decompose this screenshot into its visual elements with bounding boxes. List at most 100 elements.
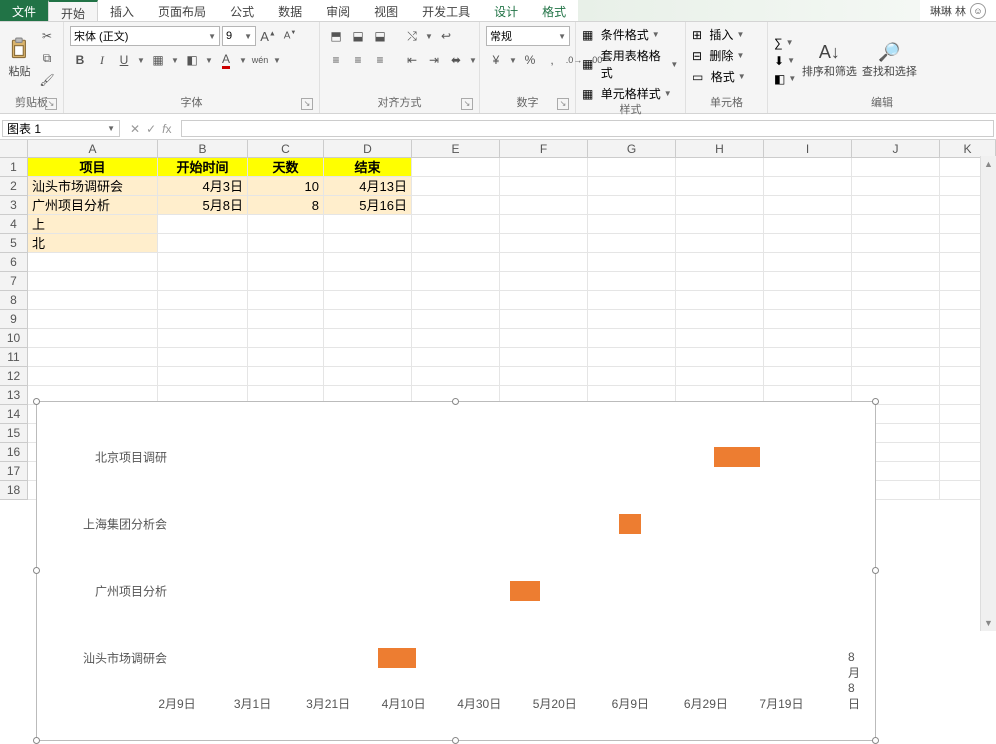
cell[interactable]: 10	[248, 177, 324, 196]
cell[interactable]	[28, 367, 158, 386]
cell[interactable]	[588, 253, 676, 272]
tab-home[interactable]: 开始	[48, 0, 98, 21]
cell[interactable]	[588, 215, 676, 234]
cell[interactable]	[158, 367, 248, 386]
cell[interactable]	[588, 196, 676, 215]
find-select-button[interactable]: 🔎 查找和选择	[861, 29, 917, 93]
tab-view[interactable]: 视图	[362, 0, 410, 21]
cell[interactable]	[764, 177, 852, 196]
cell[interactable]	[852, 329, 940, 348]
cell[interactable]	[412, 253, 500, 272]
cell[interactable]	[588, 310, 676, 329]
cell[interactable]	[588, 234, 676, 253]
cell[interactable]	[248, 215, 324, 234]
cell[interactable]	[412, 310, 500, 329]
cell[interactable]	[248, 329, 324, 348]
cell[interactable]	[676, 348, 764, 367]
cell[interactable]	[248, 234, 324, 253]
enter-formula-button[interactable]: ✓	[146, 122, 156, 136]
cell[interactable]	[852, 291, 940, 310]
cell[interactable]: 北	[28, 234, 158, 253]
chart-bar[interactable]	[510, 581, 540, 601]
font-size-combo[interactable]: 9▼	[222, 26, 256, 46]
font-name-combo[interactable]: 宋体 (正文)▼	[70, 26, 220, 46]
row-header[interactable]: 11	[0, 348, 28, 367]
cell[interactable]	[764, 367, 852, 386]
cell[interactable]: 开始时间	[158, 158, 248, 177]
cell-styles-button[interactable]: ▦ 单元格样式▼	[582, 85, 679, 102]
column-header[interactable]: J	[852, 140, 940, 157]
cell[interactable]	[852, 177, 940, 196]
conditional-format-button[interactable]: ▦ 条件格式▼	[582, 26, 679, 43]
chevron-down-icon[interactable]: ▼	[468, 56, 478, 65]
font-dialog-launcher[interactable]: ↘	[301, 98, 313, 110]
copy-button[interactable]: ⧉	[37, 48, 57, 68]
cell[interactable]	[764, 253, 852, 272]
cell[interactable]	[852, 158, 940, 177]
name-box[interactable]: 图表 1▼	[2, 120, 120, 137]
cell[interactable]	[324, 348, 412, 367]
cell[interactable]	[588, 329, 676, 348]
cell[interactable]	[852, 253, 940, 272]
row-header[interactable]: 4	[0, 215, 28, 234]
cell[interactable]	[676, 234, 764, 253]
cell[interactable]	[588, 367, 676, 386]
row-header[interactable]: 13	[0, 386, 28, 405]
cell[interactable]	[500, 253, 588, 272]
row-header[interactable]: 10	[0, 329, 28, 348]
cell[interactable]	[412, 367, 500, 386]
embedded-chart[interactable]: 北京项目调研上海集团分析会广州项目分析汕头市场调研会 2月9日3月1日3月21日…	[36, 401, 876, 741]
cell[interactable]	[28, 329, 158, 348]
accounting-format-button[interactable]: ¥	[486, 50, 506, 70]
account-area[interactable]: 琳琳 林 ☺	[920, 0, 996, 21]
cell[interactable]	[500, 234, 588, 253]
row-header[interactable]: 17	[0, 462, 28, 481]
cell[interactable]	[676, 158, 764, 177]
cell[interactable]	[324, 253, 412, 272]
cell[interactable]	[500, 177, 588, 196]
chart-bar[interactable]	[378, 648, 416, 668]
tab-developer[interactable]: 开发工具	[410, 0, 482, 21]
fx-button[interactable]: fx	[162, 122, 171, 136]
cell[interactable]	[676, 329, 764, 348]
cell[interactable]	[764, 234, 852, 253]
column-header[interactable]: I	[764, 140, 852, 157]
cell[interactable]	[158, 253, 248, 272]
cell[interactable]	[764, 329, 852, 348]
cell[interactable]	[28, 253, 158, 272]
paste-button[interactable]: 粘贴	[6, 26, 33, 90]
decrease-indent-button[interactable]: ⇤	[402, 50, 422, 70]
row-header[interactable]: 1	[0, 158, 28, 177]
cell[interactable]: 项目	[28, 158, 158, 177]
underline-button[interactable]: U	[114, 50, 134, 70]
cell[interactable]: 上	[28, 215, 158, 234]
cell[interactable]	[412, 196, 500, 215]
cell[interactable]	[676, 291, 764, 310]
cell[interactable]	[248, 253, 324, 272]
row-header[interactable]: 15	[0, 424, 28, 443]
cell[interactable]: 4月13日	[324, 177, 412, 196]
row-header[interactable]: 16	[0, 443, 28, 462]
format-painter-button[interactable]: 🖌	[37, 70, 57, 90]
chevron-down-icon[interactable]: ▼	[508, 56, 518, 65]
cell[interactable]	[412, 215, 500, 234]
increase-font-button[interactable]: A▲	[258, 26, 278, 46]
column-header[interactable]: B	[158, 140, 248, 157]
column-header[interactable]: H	[676, 140, 764, 157]
cell[interactable]	[764, 215, 852, 234]
cell[interactable]	[158, 291, 248, 310]
cell[interactable]	[412, 158, 500, 177]
table-format-button[interactable]: ▦ 套用表格格式▼	[582, 47, 679, 81]
vertical-scrollbar[interactable]: ▲ ▼	[980, 156, 996, 631]
cell[interactable]	[676, 367, 764, 386]
cell[interactable]	[676, 253, 764, 272]
cell[interactable]	[500, 348, 588, 367]
tab-data[interactable]: 数据	[266, 0, 314, 21]
cell[interactable]	[412, 329, 500, 348]
align-top-button[interactable]: ⬒	[326, 26, 346, 46]
chevron-down-icon[interactable]: ▼	[136, 56, 146, 65]
sort-filter-button[interactable]: A↓ 排序和筛选	[801, 29, 857, 93]
cell[interactable]	[764, 348, 852, 367]
column-header[interactable]: D	[324, 140, 412, 157]
chevron-down-icon[interactable]: ▼	[170, 56, 180, 65]
